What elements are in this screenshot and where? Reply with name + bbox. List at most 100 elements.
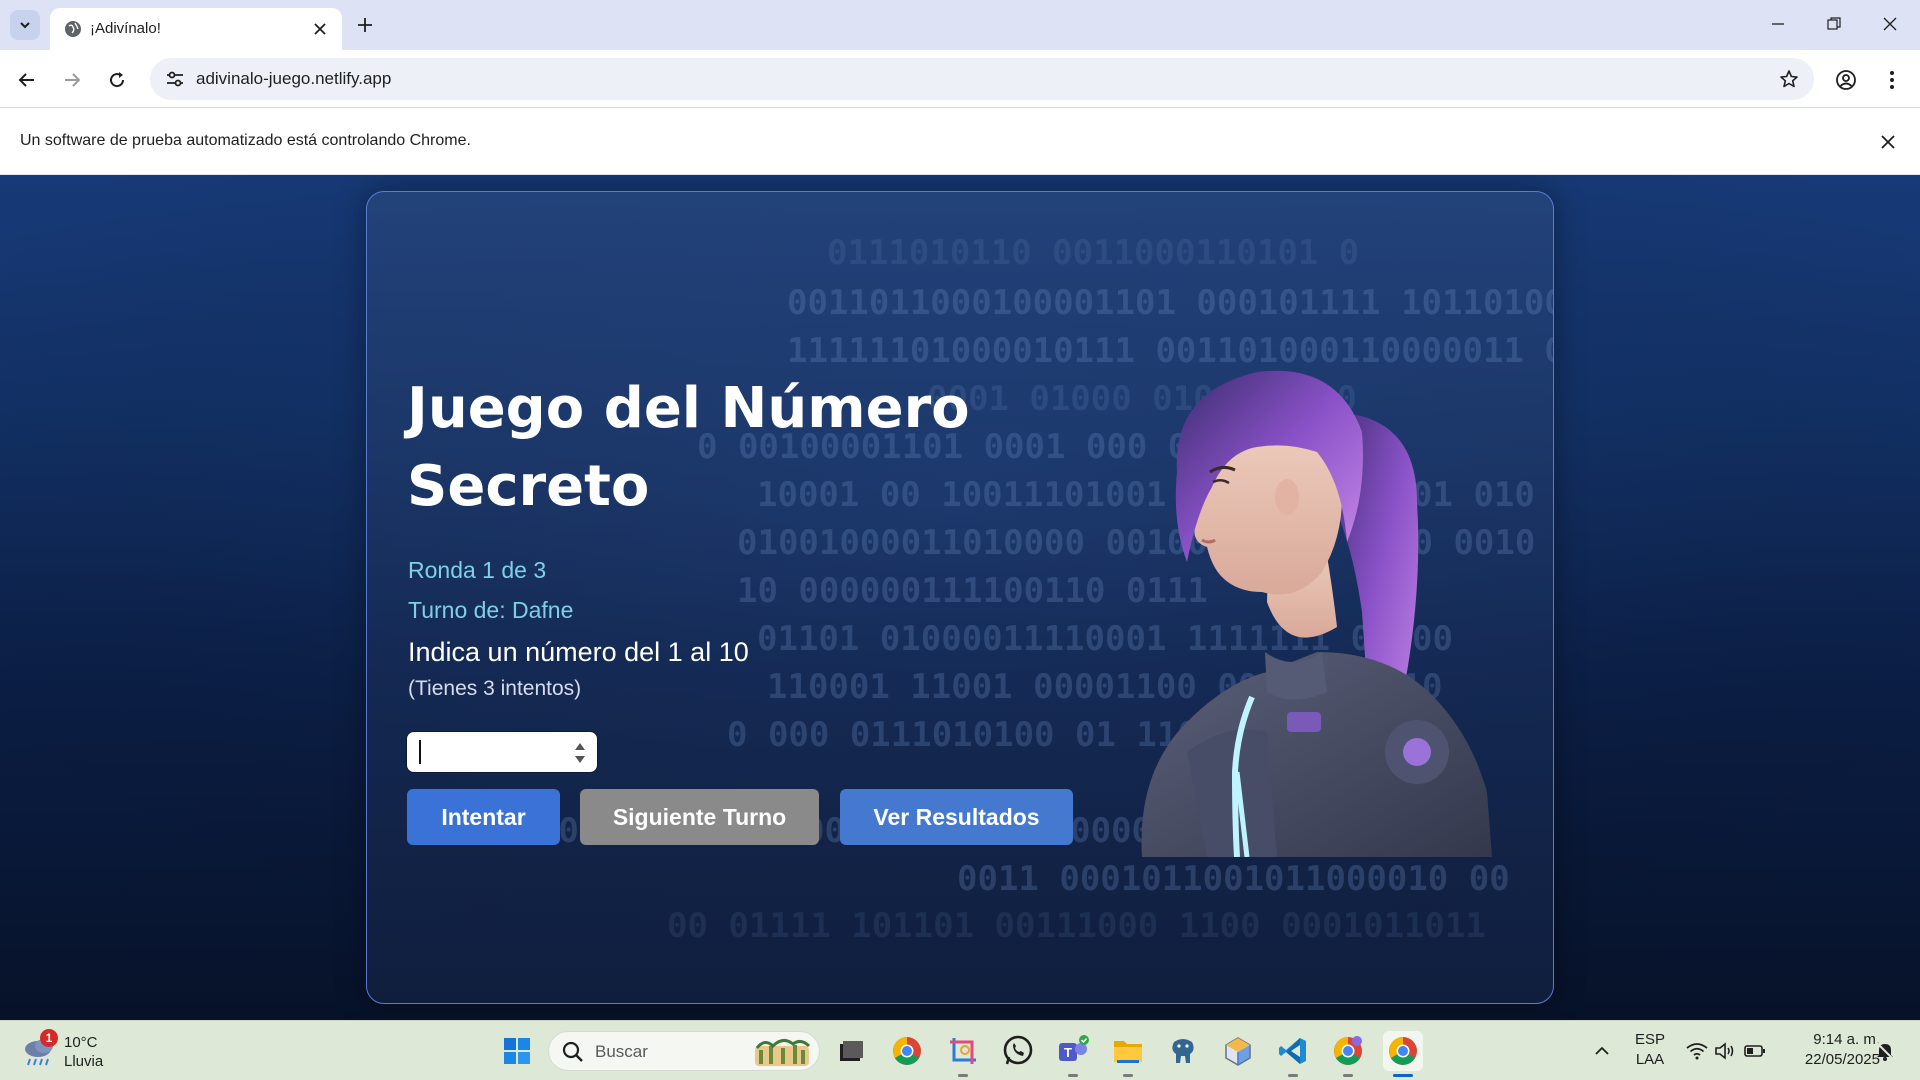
taskbar-chrome[interactable] xyxy=(887,1031,927,1071)
game-title: Juego del Número Secreto xyxy=(407,376,970,519)
restore-icon xyxy=(1827,17,1841,30)
new-tab-button[interactable] xyxy=(350,10,380,40)
battery-button[interactable] xyxy=(1743,1039,1767,1063)
running-indicator xyxy=(1343,1074,1353,1077)
browser-titlebar: ¡Adivínalo! xyxy=(0,0,1920,50)
turn-indicator: Turno de: Dafne xyxy=(408,597,574,623)
close-icon xyxy=(314,23,326,35)
hexagon-box-icon xyxy=(1225,1037,1251,1066)
tab-search-button[interactable] xyxy=(10,10,40,40)
arrow-left-icon xyxy=(18,73,34,87)
bell-icon xyxy=(1876,1042,1894,1061)
battery-icon xyxy=(1744,1045,1765,1057)
language-indicator[interactable]: ESP LAA xyxy=(1620,1030,1680,1070)
next-turn-button[interactable]: Siguiente Turno xyxy=(580,789,819,845)
running-indicator xyxy=(1068,1074,1078,1077)
snipping-tool-icon xyxy=(950,1038,976,1064)
chevron-up-icon xyxy=(1595,1046,1609,1055)
tab-close-button[interactable] xyxy=(308,17,332,41)
taskbar-box-app[interactable] xyxy=(1218,1031,1258,1071)
search-icon xyxy=(562,1041,583,1062)
forward-button[interactable] xyxy=(54,62,90,98)
clock-date: 22/05/2025 xyxy=(1804,1051,1880,1068)
close-icon xyxy=(1881,135,1895,149)
taskbar-vscode[interactable] xyxy=(1273,1031,1313,1077)
weather-alert-badge: 1 xyxy=(40,1029,58,1047)
back-button[interactable] xyxy=(9,62,45,98)
chrome-icon xyxy=(893,1037,921,1065)
windows-logo-icon xyxy=(504,1038,530,1064)
automation-infobar: Un software de prueba automatizado está … xyxy=(0,108,1920,175)
game-page: 0111010110 0011000110101 0 0011011000100… xyxy=(0,175,1920,1020)
round-indicator: Ronda 1 de 3 xyxy=(408,557,547,583)
view-results-button[interactable]: Ver Resultados xyxy=(840,789,1073,845)
instruction-text: Indica un número del 1 al 10 xyxy=(408,637,749,667)
reload-button[interactable] xyxy=(99,62,135,98)
svg-text:0011011000100001101 000101111: 0011011000100001101 000101111 1011010000… xyxy=(787,283,1554,323)
attempts-text: (Tienes 3 intentos) xyxy=(408,677,582,700)
notifications-button[interactable] xyxy=(1873,1039,1897,1063)
active-indicator xyxy=(1393,1074,1413,1077)
taskbar-whatsapp[interactable] xyxy=(998,1031,1038,1071)
keyboard-layout: LAA xyxy=(1635,1051,1665,1068)
taskbar-snipping-tool[interactable] xyxy=(943,1031,983,1077)
running-indicator xyxy=(1123,1074,1133,1077)
infobar-message: Un software de prueba automatizado está … xyxy=(20,132,471,149)
kebab-menu-icon xyxy=(1890,71,1894,89)
clock-time: 9:14 a. m. xyxy=(1813,1031,1880,1048)
taskbar-clock[interactable]: 9:14 a. m. 22/05/2025 xyxy=(1770,1030,1880,1070)
teams-icon: T xyxy=(1059,1035,1089,1061)
network-button[interactable] xyxy=(1685,1039,1709,1063)
menu-button[interactable] xyxy=(1874,62,1910,98)
character-illustration xyxy=(1141,370,1492,857)
weather-temperature: 10°C xyxy=(64,1034,98,1051)
number-input[interactable] xyxy=(413,738,553,766)
taskbar-teams[interactable]: T xyxy=(1053,1031,1093,1077)
taskbar-chrome-profile[interactable] xyxy=(1328,1031,1368,1077)
profile-button[interactable] xyxy=(1828,62,1864,98)
weather-widget[interactable]: 1 10°C Lluvia xyxy=(20,1029,140,1073)
site-info-button[interactable] xyxy=(162,66,188,92)
bookmark-button[interactable] xyxy=(1776,66,1802,92)
plus-icon xyxy=(358,18,372,32)
task-view-icon xyxy=(840,1041,863,1061)
close-window-button[interactable] xyxy=(1862,0,1918,48)
svg-text:0111010110 0011000110101 0: 0111010110 0011000110101 0 xyxy=(827,233,1359,273)
number-input-field[interactable] xyxy=(407,732,597,772)
reload-icon xyxy=(110,72,125,88)
elephant-icon xyxy=(1172,1039,1194,1063)
windows-taskbar: 1 10°C Lluvia Buscar T ESP LAA 9:14 a. m… xyxy=(0,1020,1920,1080)
whatsapp-icon xyxy=(1003,1035,1033,1065)
browser-tab[interactable]: ¡Adivínalo! xyxy=(50,8,342,50)
close-icon xyxy=(1883,17,1897,31)
minimize-button[interactable] xyxy=(1750,0,1806,48)
arrow-right-icon xyxy=(65,73,81,87)
account-circle-icon xyxy=(1836,70,1856,90)
taskbar-postgresql[interactable] xyxy=(1163,1031,1203,1071)
show-hidden-icons-button[interactable] xyxy=(1590,1039,1614,1063)
minimize-icon xyxy=(1772,23,1784,25)
stepper-arrows-icon[interactable] xyxy=(573,739,587,767)
task-view-button[interactable] xyxy=(831,1031,871,1071)
search-highlight-icon xyxy=(755,1039,811,1066)
taskbar-file-explorer[interactable] xyxy=(1108,1031,1148,1077)
address-bar[interactable]: adivinalo-juego.netlify.app xyxy=(150,58,1814,100)
restore-button[interactable] xyxy=(1806,0,1862,48)
tune-icon xyxy=(167,71,183,87)
svg-text:0011 0001011001011000010 00: 0011 0001011001011000010 00 xyxy=(957,859,1510,899)
running-indicator xyxy=(958,1074,968,1077)
taskbar-chrome-active[interactable] xyxy=(1383,1031,1423,1077)
taskbar-search[interactable]: Buscar xyxy=(548,1031,820,1071)
svg-text:T: T xyxy=(1064,1045,1072,1060)
start-button[interactable] xyxy=(497,1031,537,1071)
game-card: 0111010110 0011000110101 0 0011011000100… xyxy=(366,191,1554,1004)
volume-button[interactable] xyxy=(1713,1039,1737,1063)
try-button[interactable]: Intentar xyxy=(407,789,560,845)
globe-icon xyxy=(65,21,81,37)
infobar-close-button[interactable] xyxy=(1874,128,1902,156)
folder-icon xyxy=(1114,1041,1142,1063)
vscode-icon xyxy=(1279,1038,1306,1064)
star-icon xyxy=(1780,70,1798,88)
svg-text:00 01111 101101 00111000 1: 00 01111 101101 00111000 1100 0001011011 xyxy=(667,906,1486,946)
search-placeholder: Buscar xyxy=(595,1042,648,1061)
